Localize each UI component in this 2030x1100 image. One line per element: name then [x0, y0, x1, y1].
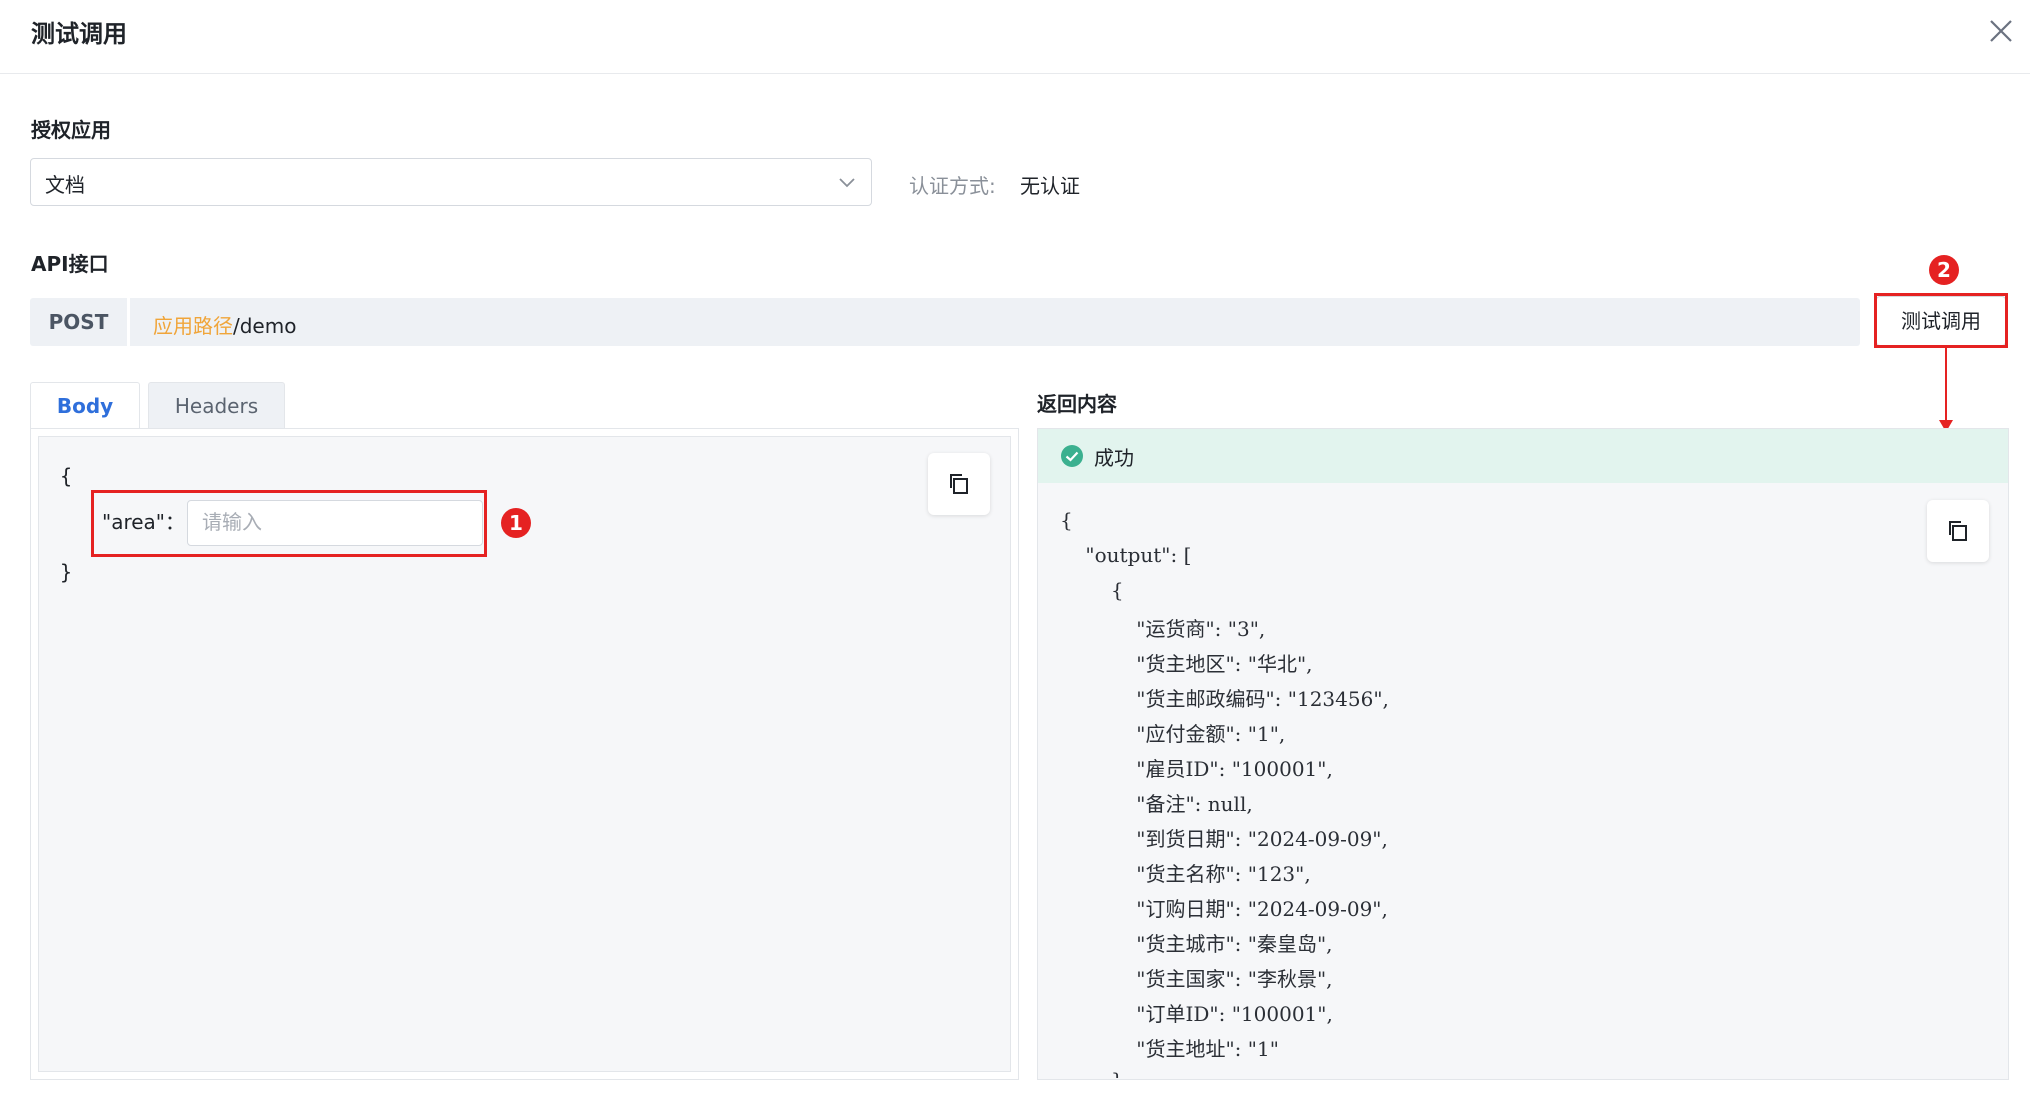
response-line: "雇员ID": "100001", [1060, 757, 1333, 781]
close-icon[interactable] [1986, 16, 2016, 46]
response-line: "应付金额": "1", [1060, 722, 1286, 746]
http-method: POST [30, 298, 130, 346]
body-close-brace: } [60, 560, 73, 584]
annotation-box-1 [91, 490, 487, 557]
api-path: 应用路径/demo [153, 310, 296, 339]
auth-app-select[interactable]: 文档 [30, 158, 872, 206]
response-line: "货主邮政编码": "123456", [1060, 687, 1389, 711]
response-line: "订单ID": "100001", [1060, 1002, 1333, 1026]
response-line: "货主地区": "华北", [1060, 652, 1313, 676]
check-circle-icon [1060, 444, 1084, 468]
api-endpoint-bar: POST 应用路径/demo [30, 298, 1860, 346]
response-line: "备注": null, [1060, 792, 1253, 816]
response-line: "订购日期": "2024-09-09", [1060, 897, 1388, 921]
tab-headers[interactable]: Headers [148, 382, 285, 428]
response-line: { [1060, 578, 1124, 602]
api-path-prefix: 应用路径 [153, 314, 233, 338]
annotation-badge-2: 2 [1929, 255, 1959, 285]
auth-app-label: 授权应用 [31, 118, 111, 142]
dialog-title: 测试调用 [31, 20, 127, 48]
response-line: "运货商": "3", [1060, 617, 1266, 641]
api-path-suffix: /demo [233, 314, 297, 338]
api-label: API接口 [31, 252, 109, 276]
response-line: "货主城市": "秦皇岛", [1060, 932, 1333, 956]
annotation-arrow-line [1945, 346, 1947, 422]
response-code-viewport[interactable]: { "output": [ { "运货商": "3", "货主地区": "华北"… [1038, 500, 2008, 1078]
response-line: "货主国家": "李秋景", [1060, 967, 1333, 991]
response-line: } [1060, 1068, 1124, 1078]
response-status-bar: 成功 [1038, 429, 2008, 483]
response-line: "到货日期": "2024-09-09", [1060, 827, 1388, 851]
response-status-text: 成功 [1094, 446, 1134, 470]
chevron-down-icon [837, 172, 857, 192]
copy-icon [950, 474, 968, 494]
auth-app-selected-value: 文档 [45, 173, 85, 197]
dialog-header [0, 0, 2030, 74]
response-line: { [1060, 508, 1073, 532]
body-open-brace: { [60, 464, 73, 488]
response-line: "货主名称": "123", [1060, 862, 1311, 886]
response-line: "货主地址": "1" [1060, 1037, 1279, 1061]
auth-method-label: 认证方式: [909, 174, 996, 198]
response-label: 返回内容 [1037, 392, 1117, 416]
copy-body-button[interactable] [928, 453, 990, 515]
response-line: "output": [ [1060, 543, 1192, 567]
annotation-box-2 [1874, 293, 2008, 348]
tab-body[interactable]: Body [30, 382, 140, 428]
annotation-badge-1: 1 [501, 508, 531, 538]
auth-method-value: 无认证 [1020, 174, 1080, 198]
